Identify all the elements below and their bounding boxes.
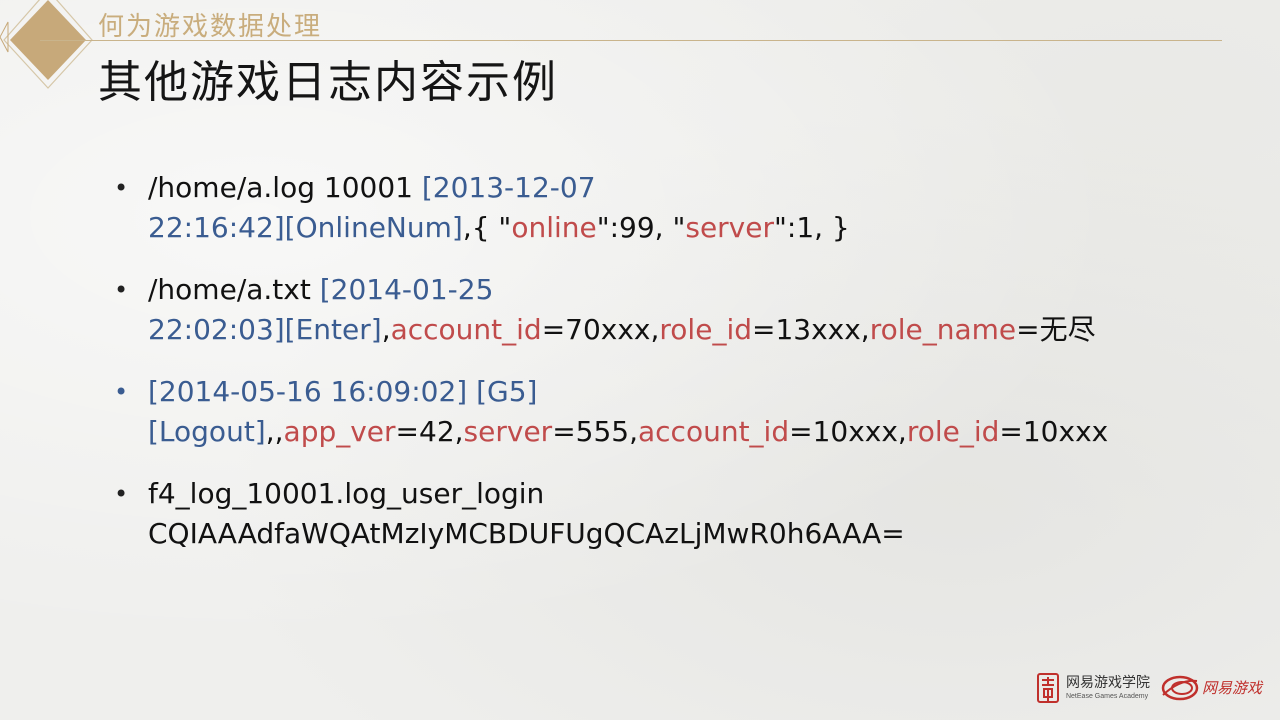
bullet-icon: • xyxy=(114,480,129,508)
log-segment: [Logout] xyxy=(148,415,266,448)
section-title: 何为游戏数据处理 xyxy=(98,12,323,42)
list-item: • /home/a.txt [2014-01-25 22:02:03][Ente… xyxy=(112,270,1232,350)
log-segment: /home/a.txt xyxy=(148,273,320,306)
item-line-1: f4_log_10001.log_user_login xyxy=(148,474,1232,514)
log-segment: [2014-01-25 xyxy=(319,273,494,306)
log-key: account_id xyxy=(638,415,790,448)
netease-games-logo: 网易游戏 xyxy=(1160,673,1262,703)
log-segment: f4_log_10001.log_user_login xyxy=(148,477,545,510)
log-key: role_name xyxy=(869,313,1017,346)
log-key: role_id xyxy=(659,313,752,346)
log-key: server xyxy=(685,211,774,244)
log-segment: ,{ " xyxy=(462,211,512,244)
log-segment: , xyxy=(381,313,391,346)
log-segment: =555, xyxy=(552,415,638,448)
item-line-2: [Logout],,app_ver=42,server=555,account_… xyxy=(148,412,1232,452)
log-key: server xyxy=(463,415,553,448)
bullet-icon: • xyxy=(114,276,129,304)
academy-seal-icon xyxy=(1036,673,1059,703)
diamond-ornament-icon xyxy=(0,0,93,89)
item-line-2: 22:02:03][Enter],account_id=70xxx,role_i… xyxy=(148,310,1232,350)
log-key: online xyxy=(511,211,597,244)
log-key: app_ver xyxy=(283,415,396,448)
log-segment: [2013-12-07 xyxy=(421,171,596,204)
slide-title: 其他游戏日志内容示例 xyxy=(98,57,558,108)
log-segment: [2014-05-16 16:09:02] [G5] xyxy=(148,375,538,408)
log-segment: /home/a.log 10001 xyxy=(148,171,422,204)
log-segment: 22:02:03][Enter] xyxy=(148,313,382,346)
list-item: • [2014-05-16 16:09:02] [G5] [Logout],,a… xyxy=(112,372,1232,452)
log-segment: =42, xyxy=(395,415,464,448)
log-key: role_id xyxy=(906,415,1000,448)
netease-games-logo-icon xyxy=(1161,675,1199,701)
item-line-2: CQIAAAdfaWQAtMzIyMCBDUFUgQCAzLjMwR0h6AAA… xyxy=(148,514,1232,554)
academy-name-en: NetEase Games Academy xyxy=(1065,693,1149,700)
academy-name-cn: 网易游戏学院 xyxy=(1065,675,1150,691)
log-segment: =10xxx, xyxy=(789,415,907,448)
list-item: • /home/a.log 10001 [2013-12-07 22:16:42… xyxy=(112,168,1232,248)
log-segment: =无尽 xyxy=(1016,313,1096,346)
log-segment: =13xxx, xyxy=(752,313,870,346)
netease-games-name: 网易游戏 xyxy=(1201,678,1262,697)
log-segment: =10xxx xyxy=(999,415,1109,448)
log-segment: ":1, } xyxy=(774,211,850,244)
log-example-list: • /home/a.log 10001 [2013-12-07 22:16:42… xyxy=(112,168,1232,576)
bullet-icon: • xyxy=(114,174,129,202)
item-line-2: 22:16:42][OnlineNum],{ "online":99, "ser… xyxy=(148,208,1232,248)
log-segment: ":99, " xyxy=(596,211,686,244)
item-line-1: /home/a.log 10001 [2013-12-07 xyxy=(148,168,1232,208)
item-line-1: [2014-05-16 16:09:02] [G5] xyxy=(148,372,1232,412)
footer-logos: 网易游戏学院 NetEase Games Academy 网易游戏 xyxy=(1036,668,1262,708)
academy-logo: 网易游戏学院 NetEase Games Academy xyxy=(1036,673,1150,703)
log-segment: 22:16:42][OnlineNum] xyxy=(148,211,463,244)
log-key: account_id xyxy=(390,313,542,346)
item-line-1: /home/a.txt [2014-01-25 xyxy=(148,270,1232,310)
log-segment: CQIAAAdfaWQAtMzIyMCBDUFUgQCAzLjMwR0h6AAA… xyxy=(148,517,905,550)
list-item: • f4_log_10001.log_user_login CQIAAAdfaW… xyxy=(112,474,1232,554)
bullet-icon: • xyxy=(114,378,129,406)
log-segment: =70xxx, xyxy=(541,313,660,346)
log-segment: ,, xyxy=(265,415,284,448)
